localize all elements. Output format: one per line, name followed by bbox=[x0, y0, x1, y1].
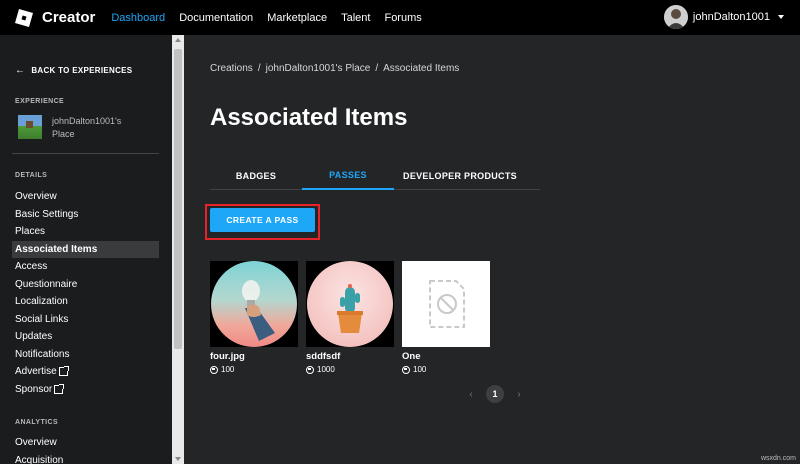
user-menu[interactable]: johnDalton1001 bbox=[663, 5, 770, 29]
brand-name: Creator bbox=[42, 9, 96, 26]
sidebar-item-label: Associated Items bbox=[15, 243, 98, 255]
watermark: wsxdn.com bbox=[760, 455, 796, 462]
sidebar-item-label: Basic Settings bbox=[15, 208, 79, 220]
pass-price: 1000 bbox=[306, 365, 394, 374]
pass-price: 100 bbox=[210, 365, 298, 374]
breadcrumb: Creations / johnDalton1001's Place / Ass… bbox=[210, 63, 464, 74]
sidebar-item-analytics-overview[interactable]: Overview bbox=[12, 434, 159, 452]
sidebar-item-access[interactable]: Access bbox=[12, 258, 159, 276]
sidebar-item-label: Updates bbox=[15, 331, 53, 343]
pass-name: four.jpg bbox=[210, 351, 245, 362]
sidebar-item-acquisition[interactable]: Acquisition bbox=[12, 452, 159, 464]
create-pass-button[interactable]: CREATE A PASS bbox=[210, 208, 315, 232]
chevron-left-icon[interactable]: ‹ bbox=[465, 389, 477, 400]
pass-price-value: 100 bbox=[413, 365, 427, 374]
sidebar-item-localization[interactable]: Localization bbox=[12, 293, 159, 311]
pass-price: 100 bbox=[402, 365, 490, 374]
sidebar-item-overview[interactable]: Overview bbox=[12, 188, 159, 206]
scroll-down-icon[interactable] bbox=[175, 457, 181, 461]
tab-passes[interactable]: PASSES bbox=[302, 162, 394, 190]
pagination: ‹ 1 › bbox=[465, 385, 525, 403]
pass-name: sddfsdf bbox=[306, 351, 341, 362]
experience-info: johnDalton1001's Place bbox=[18, 115, 142, 141]
details-section-label: DETAILS bbox=[15, 172, 48, 179]
nav-forums[interactable]: Forums bbox=[384, 12, 421, 24]
nav-dashboard[interactable]: Dashboard bbox=[111, 12, 165, 24]
cactus-thumbnail bbox=[306, 261, 394, 347]
external-link-icon bbox=[54, 383, 65, 394]
creator-logo[interactable]: Creator bbox=[15, 8, 111, 27]
breadcrumb-creations[interactable]: Creations bbox=[210, 63, 253, 74]
external-link-icon bbox=[58, 366, 69, 377]
sidebar-item-places[interactable]: Places bbox=[12, 223, 159, 241]
sidebar-item-label: Access bbox=[15, 261, 48, 273]
details-menu: Overview Basic Settings Places Associate… bbox=[12, 188, 159, 398]
nav-talent[interactable]: Talent bbox=[341, 12, 370, 24]
scroll-up-icon[interactable] bbox=[175, 38, 181, 42]
roblox-logo-icon bbox=[15, 8, 33, 27]
pass-name: One bbox=[402, 351, 421, 362]
pass-card[interactable]: sddfsdf 1000 bbox=[306, 261, 394, 374]
sidebar-item-social-links[interactable]: Social Links bbox=[12, 311, 159, 329]
tab-badges[interactable]: BADGES bbox=[210, 162, 302, 190]
breadcrumb-experience[interactable]: johnDalton1001's Place bbox=[266, 63, 371, 74]
sidebar-item-updates[interactable]: Updates bbox=[12, 328, 159, 346]
chevron-down-icon[interactable] bbox=[778, 15, 784, 19]
pass-card[interactable]: four.jpg 100 bbox=[210, 261, 298, 374]
nav-marketplace[interactable]: Marketplace bbox=[267, 12, 327, 24]
sidebar-item-label: Notifications bbox=[15, 348, 70, 360]
sidebar-scrollbar[interactable] bbox=[172, 35, 184, 464]
divider bbox=[12, 153, 159, 154]
breadcrumb-current: Associated Items bbox=[383, 63, 460, 74]
sidebar-item-label: Acquisition bbox=[15, 454, 64, 464]
back-label: BACK TO EXPERIENCES bbox=[31, 66, 133, 75]
back-to-experiences-link[interactable]: ← BACK TO EXPERIENCES bbox=[15, 65, 132, 76]
sidebar-item-basic-settings[interactable]: Basic Settings bbox=[12, 206, 159, 224]
experience-section-label: EXPERIENCE bbox=[15, 98, 65, 105]
nav-documentation[interactable]: Documentation bbox=[179, 12, 253, 24]
sidebar-item-advertise[interactable]: Advertise bbox=[12, 363, 159, 381]
sidebar-item-sponsor[interactable]: Sponsor bbox=[12, 381, 159, 399]
analytics-section-label: ANALYTICS bbox=[15, 419, 59, 426]
lightbulb-thumbnail bbox=[210, 261, 298, 347]
sidebar-item-label: Advertise bbox=[15, 366, 57, 378]
chevron-right-icon[interactable]: › bbox=[513, 389, 525, 400]
avatar bbox=[663, 5, 688, 29]
sidebar-item-label: Social Links bbox=[15, 313, 69, 325]
experience-thumbnail bbox=[18, 115, 42, 139]
pass-card[interactable]: One 100 bbox=[402, 261, 490, 374]
experience-name: johnDalton1001's Place bbox=[52, 116, 122, 139]
sidebar-item-associated-items[interactable]: Associated Items bbox=[12, 240, 159, 258]
sidebar-item-label: Places bbox=[15, 226, 46, 238]
pass-price-value: 100 bbox=[221, 365, 235, 374]
thumbnail-circle bbox=[211, 261, 297, 347]
image-unavailable-icon bbox=[429, 280, 465, 328]
pass-price-value: 1000 bbox=[317, 365, 335, 374]
sidebar-item-label: Overview bbox=[15, 437, 57, 449]
robux-icon bbox=[306, 365, 314, 374]
breadcrumb-separator: / bbox=[375, 63, 379, 74]
page-title: Associated Items bbox=[210, 104, 408, 131]
sidebar-item-label: Overview bbox=[15, 191, 57, 203]
item-tabs: BADGES PASSES DEVELOPER PRODUCTS bbox=[210, 162, 540, 190]
page-number[interactable]: 1 bbox=[486, 385, 504, 403]
sidebar-item-label: Localization bbox=[15, 296, 68, 308]
scroll-thumb[interactable] bbox=[174, 49, 182, 349]
top-nav: Creator Dashboard Documentation Marketpl… bbox=[0, 0, 800, 35]
sidebar-item-questionnaire[interactable]: Questionnaire bbox=[12, 276, 159, 294]
tab-developer-products[interactable]: DEVELOPER PRODUCTS bbox=[394, 162, 526, 190]
analytics-menu: Overview Acquisition bbox=[12, 434, 159, 464]
thumbnail-circle bbox=[307, 261, 393, 347]
sidebar: ← BACK TO EXPERIENCES EXPERIENCE johnDal… bbox=[0, 35, 172, 464]
breadcrumb-separator: / bbox=[257, 63, 261, 74]
unavailable-thumbnail bbox=[402, 261, 490, 347]
robux-icon bbox=[210, 365, 218, 374]
sidebar-item-label: Sponsor bbox=[15, 383, 53, 395]
username: johnDalton1001 bbox=[692, 11, 770, 23]
robux-icon bbox=[402, 365, 410, 374]
sidebar-item-label: Questionnaire bbox=[15, 278, 78, 290]
arrow-left-icon: ← bbox=[15, 65, 26, 76]
sidebar-item-notifications[interactable]: Notifications bbox=[12, 346, 159, 364]
